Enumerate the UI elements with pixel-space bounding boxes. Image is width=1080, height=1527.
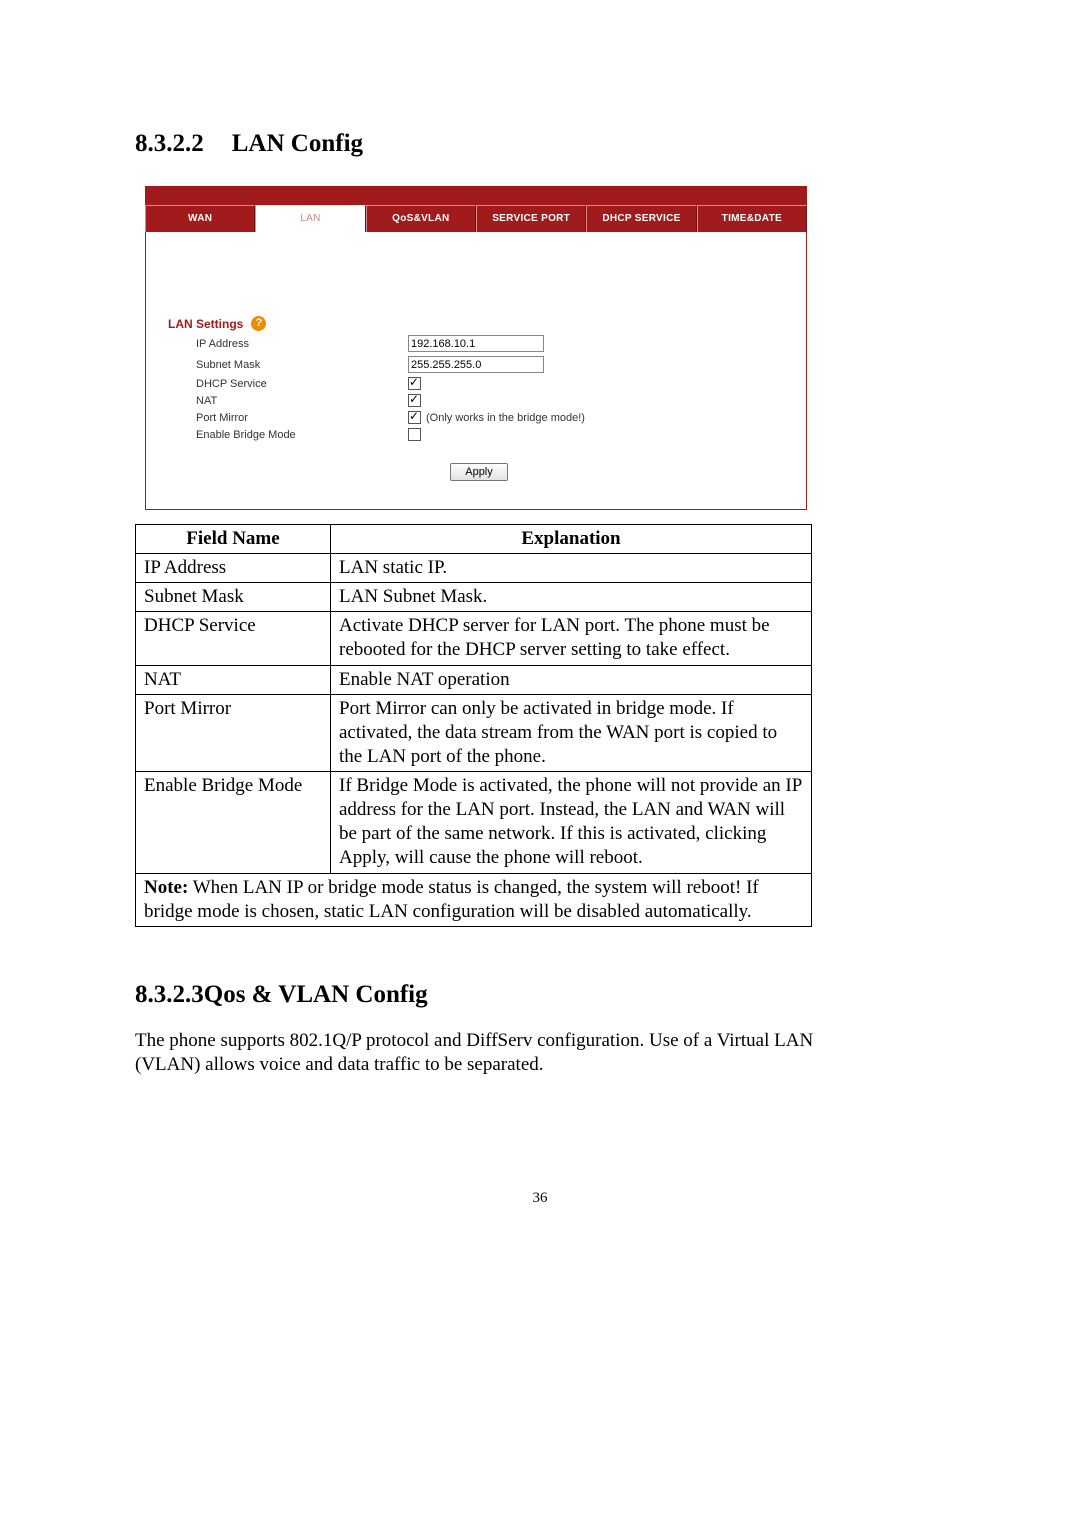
section-heading-qos-vlan: 8.3.2.3Qos & VLAN Config <box>135 981 950 1009</box>
table-row: Enable Bridge Mode If Bridge Mode is act… <box>136 772 812 874</box>
subnet-mask-input[interactable] <box>408 356 544 373</box>
ip-address-input[interactable] <box>408 335 544 352</box>
table-row: DHCP Service Activate DHCP server for LA… <box>136 612 812 665</box>
port-mirror-note: (Only works in the bridge mode!) <box>426 412 585 424</box>
tab-service-port[interactable]: SERVICE PORT <box>476 205 586 232</box>
tab-lan[interactable]: LAN <box>255 205 365 232</box>
cell-field: Port Mirror <box>136 694 331 771</box>
cell-field: Enable Bridge Mode <box>136 772 331 874</box>
th-explanation: Explanation <box>331 525 812 554</box>
enable-bridge-mode-label: Enable Bridge Mode <box>168 429 408 441</box>
cell-explanation: LAN Subnet Mask. <box>331 583 812 612</box>
port-mirror-checkbox[interactable] <box>408 411 421 424</box>
tab-qos-vlan[interactable]: QoS&VLAN <box>366 205 476 232</box>
section-number: 8.3.2.3 <box>135 981 204 1008</box>
nat-label: NAT <box>168 395 408 407</box>
dhcp-service-label: DHCP Service <box>168 378 408 390</box>
section-title: LAN Config <box>232 130 363 157</box>
table-row: IP Address LAN static IP. <box>136 554 812 583</box>
table-row: Port Mirror Port Mirror can only be acti… <box>136 694 812 771</box>
tab-time-date[interactable]: TIME&DATE <box>697 205 807 232</box>
cell-explanation: Port Mirror can only be activated in bri… <box>331 694 812 771</box>
section-heading-lan-config: 8.3.2.2 LAN Config <box>135 130 950 158</box>
port-mirror-label: Port Mirror <box>168 412 408 424</box>
nat-checkbox[interactable] <box>408 394 421 407</box>
tab-wan[interactable]: WAN <box>145 205 255 232</box>
cell-explanation: Activate DHCP server for LAN port. The p… <box>331 612 812 665</box>
cell-field: Subnet Mask <box>136 583 331 612</box>
cell-field: IP Address <box>136 554 331 583</box>
dhcp-service-checkbox[interactable] <box>408 377 421 390</box>
lan-settings-label: LAN Settings <box>168 317 243 331</box>
note-bold: Note: <box>144 877 188 898</box>
enable-bridge-mode-checkbox[interactable] <box>408 428 421 441</box>
router-ui-screenshot: WAN LAN QoS&VLAN SERVICE PORT DHCP SERVI… <box>145 186 807 510</box>
note-text: When LAN IP or bridge mode status is cha… <box>144 877 759 922</box>
section-title: Qos & VLAN Config <box>204 981 428 1008</box>
table-row: NAT Enable NAT operation <box>136 665 812 694</box>
cell-note: Note: When LAN IP or bridge mode status … <box>136 873 812 926</box>
table-row: Subnet Mask LAN Subnet Mask. <box>136 583 812 612</box>
page-number: 36 <box>0 1190 1080 1207</box>
help-icon[interactable]: ? <box>251 316 266 331</box>
ip-address-label: IP Address <box>168 338 408 350</box>
cell-explanation: Enable NAT operation <box>331 665 812 694</box>
section-number: 8.3.2.2 <box>135 130 204 158</box>
subnet-mask-label: Subnet Mask <box>168 359 408 371</box>
cell-explanation: If Bridge Mode is activated, the phone w… <box>331 772 812 874</box>
tab-dhcp-service[interactable]: DHCP SERVICE <box>586 205 696 232</box>
qos-vlan-paragraph: The phone supports 802.1Q/P protocol and… <box>135 1029 815 1078</box>
router-tabbar: WAN LAN QoS&VLAN SERVICE PORT DHCP SERVI… <box>145 186 807 232</box>
cell-field: NAT <box>136 665 331 694</box>
apply-button[interactable]: Apply <box>450 463 508 481</box>
cell-field: DHCP Service <box>136 612 331 665</box>
th-field-name: Field Name <box>136 525 331 554</box>
lan-settings-header: LAN Settings ? <box>168 316 790 331</box>
table-row-note: Note: When LAN IP or bridge mode status … <box>136 873 812 926</box>
cell-explanation: LAN static IP. <box>331 554 812 583</box>
explanation-table: Field Name Explanation IP Address LAN st… <box>135 524 812 927</box>
